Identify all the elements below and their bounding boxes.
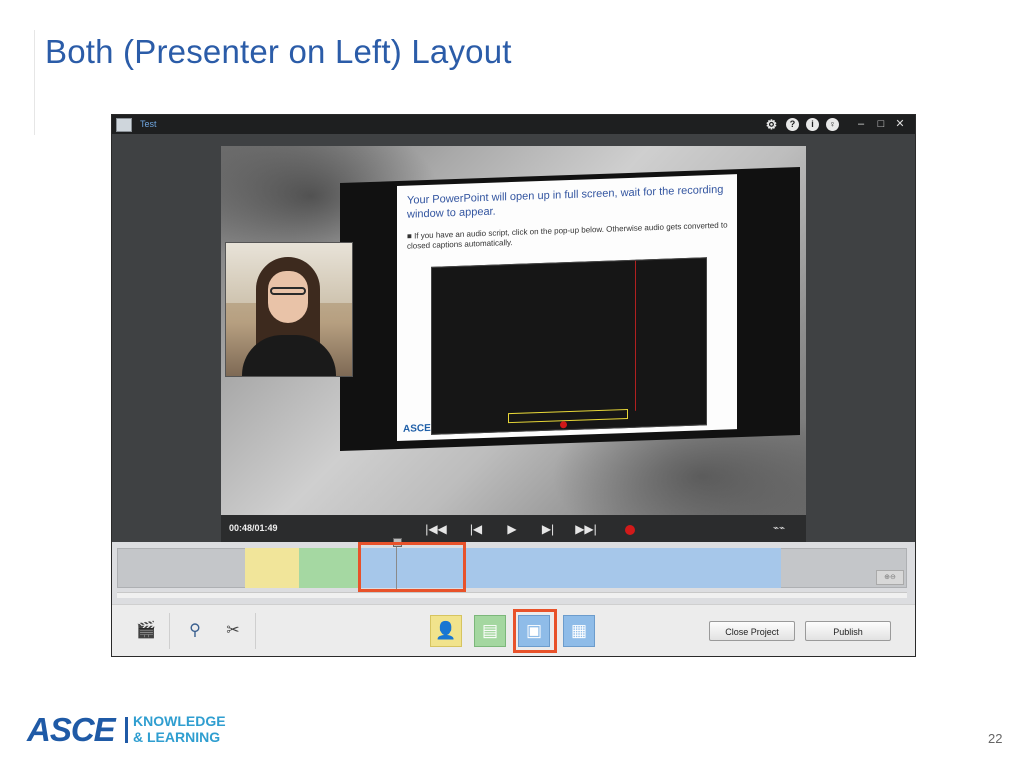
embedded-recorder-screenshot xyxy=(431,257,707,435)
closed-captions-icon[interactable]: ⌁⌁ xyxy=(773,523,785,534)
gear-icon[interactable]: ⚙ xyxy=(765,118,778,131)
app-icon xyxy=(116,118,132,132)
presenter-video xyxy=(225,242,353,377)
presenter-right-icon: ▦ xyxy=(570,621,588,640)
app-window: Test ⚙ ? i ♀ – □ ✕ Your PowerPoint will … xyxy=(111,114,916,657)
help-icon[interactable]: ? xyxy=(786,118,799,131)
title-divider xyxy=(34,30,35,135)
toolbar-divider xyxy=(255,613,256,649)
timeline-segment-slides[interactable] xyxy=(299,548,361,588)
skip-to-start-icon[interactable]: |◀◀ xyxy=(425,520,447,538)
publish-button[interactable]: Publish xyxy=(805,621,891,641)
logo-line-1: KNOWLEDGE xyxy=(133,713,226,729)
person-icon: 👤 xyxy=(435,621,457,640)
scissors-icon[interactable]: ✂ xyxy=(221,619,245,643)
skip-to-end-icon[interactable]: ▶▶| xyxy=(575,520,597,538)
window-title: Test xyxy=(140,119,157,129)
presenter-glasses xyxy=(270,287,306,295)
timeline-zoom-icon[interactable]: ⊕⊖ xyxy=(876,570,904,585)
slide-logo: ASCE xyxy=(403,422,431,435)
minimize-icon[interactable]: – xyxy=(854,117,868,131)
logo-line-2: & LEARNING xyxy=(133,729,221,745)
slide-bullet: ■ If you have an audio script, click on … xyxy=(407,220,728,251)
slide-title: Both (Presenter on Left) Layout xyxy=(45,33,512,70)
layout-slides-only-button[interactable]: ▤ xyxy=(474,615,506,647)
slide-content: Your PowerPoint will open up in full scr… xyxy=(397,174,737,442)
page-number: 22 xyxy=(988,731,1003,746)
playhead-line xyxy=(635,260,636,411)
timeline[interactable]: ⊕⊖ xyxy=(112,538,915,604)
close-project-button[interactable]: Close Project xyxy=(709,621,795,641)
toolbar-divider xyxy=(169,613,170,649)
timeline-ruler xyxy=(117,592,907,598)
time-display: 00:48/01:49 xyxy=(229,523,278,533)
next-marker-icon[interactable]: ▶| xyxy=(537,520,559,538)
title-bar: Test ⚙ ? i ♀ – □ ✕ xyxy=(112,115,915,134)
video-preview: Your PowerPoint will open up in full scr… xyxy=(221,146,806,515)
caption-popup xyxy=(508,408,628,424)
layout-presenter-right-button[interactable]: ▦ xyxy=(563,615,595,647)
close-icon[interactable]: ✕ xyxy=(893,117,907,131)
slide-heading: Your PowerPoint will open up in full scr… xyxy=(407,183,724,221)
slide-preview: Your PowerPoint will open up in full scr… xyxy=(340,166,800,452)
record-button[interactable] xyxy=(625,525,635,535)
highlight-box xyxy=(358,542,466,592)
slide-icon: ▤ xyxy=(481,621,499,640)
layout-presenter-only-button[interactable]: 👤 xyxy=(430,615,462,647)
play-icon[interactable]: ▶ xyxy=(501,520,523,538)
bottom-toolbar: 🎬 ⚲ ✂ 👤 ▤ ▣ ▦ Close Project Publish xyxy=(112,604,915,656)
presenter-face xyxy=(268,271,308,323)
highlight-box xyxy=(513,609,557,653)
slide-bullet-text: If you have an audio script, click on th… xyxy=(407,220,728,251)
lightbulb-icon[interactable]: ♀ xyxy=(826,118,839,131)
record-dot xyxy=(560,421,567,429)
logo-main: ASCE xyxy=(27,711,116,748)
player-controls: 00:48/01:49 |◀◀ |◀ ▶ ▶| ▶▶| ⌁⌁ xyxy=(221,515,806,545)
info-icon[interactable]: i xyxy=(806,118,819,131)
timeline-segment-presenter[interactable] xyxy=(245,548,299,588)
zoom-icon[interactable]: ⚲ xyxy=(183,619,207,643)
clapperboard-icon[interactable]: 🎬 xyxy=(134,619,158,643)
previous-marker-icon[interactable]: |◀ xyxy=(465,520,487,538)
logo-divider xyxy=(125,717,128,743)
preview-stage: Your PowerPoint will open up in full scr… xyxy=(112,134,915,545)
maximize-icon[interactable]: □ xyxy=(874,117,888,131)
